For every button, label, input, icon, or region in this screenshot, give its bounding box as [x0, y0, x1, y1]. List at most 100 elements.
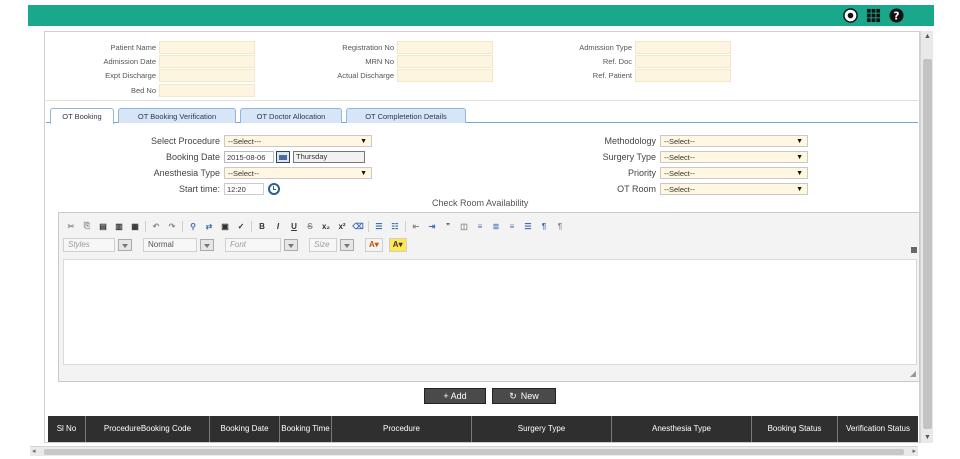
bulleted-list-icon[interactable]: ☷: [389, 220, 401, 232]
column-surgery-type[interactable]: Surgery Type: [472, 416, 612, 442]
styles-combo-label: Styles: [68, 239, 90, 249]
grid-icon[interactable]: [866, 8, 881, 23]
column-booking-time[interactable]: Booking Time: [280, 416, 332, 442]
select-all-icon[interactable]: ▣: [219, 220, 231, 232]
methodology-row: Methodology --Select-- ▼: [540, 134, 808, 147]
scroll-up-icon[interactable]: ▲: [924, 33, 931, 40]
find-icon[interactable]: ⚲: [187, 220, 199, 232]
scroll-down-icon[interactable]: ▼: [924, 434, 931, 441]
align-right-icon[interactable]: ≡: [506, 220, 518, 232]
tab-ot-booking[interactable]: OT Booking: [50, 108, 114, 124]
vertical-scroll-thumb[interactable]: [923, 59, 932, 429]
calendar-icon[interactable]: [276, 150, 290, 163]
admission-date-value: [159, 54, 255, 68]
horizontal-scroll-thumb[interactable]: [44, 449, 904, 455]
priority-row: Priority --Select-- ▼: [540, 166, 808, 179]
surgery-type-row: Surgery Type --Select-- ▼: [540, 150, 808, 163]
div-container-icon[interactable]: ◫: [458, 220, 470, 232]
paste-icon[interactable]: ▤: [97, 220, 109, 232]
strikethrough-icon[interactable]: S: [304, 220, 316, 232]
vertical-scrollbar[interactable]: ▲ ▼: [920, 31, 933, 443]
background-color-button[interactable]: A▾: [388, 237, 407, 252]
column-anesthesia-type[interactable]: Anesthesia Type: [612, 416, 752, 442]
chevron-down-icon: ▼: [796, 169, 803, 177]
select-procedure-dropdown[interactable]: --Select--- ▼: [224, 134, 372, 147]
align-left-icon[interactable]: ≡: [474, 220, 486, 232]
paste-word-icon[interactable]: ▦: [129, 220, 141, 232]
remove-format-icon[interactable]: ⌫: [352, 220, 364, 232]
help-icon[interactable]: ?: [889, 8, 904, 23]
align-center-icon[interactable]: ≣: [490, 220, 502, 232]
text-direction-ltr-icon[interactable]: ¶: [538, 220, 550, 232]
copy-icon[interactable]: ⎘: [81, 220, 93, 232]
tab-ot-booking-verification[interactable]: OT Booking Verification: [118, 108, 236, 123]
numbered-list-icon[interactable]: ☰: [373, 220, 385, 232]
priority-value: --Select--: [664, 168, 695, 178]
start-time-input[interactable]: 12:20: [224, 182, 264, 195]
new-button[interactable]: ↻ New: [492, 388, 556, 404]
chevron-down-icon: ▼: [360, 169, 367, 177]
undo-icon[interactable]: ↶: [150, 220, 162, 232]
add-button[interactable]: + Add: [424, 388, 486, 404]
bed-no-label: Bed No: [130, 85, 156, 95]
top-bar: ?: [28, 5, 934, 26]
text-direction-rtl-icon[interactable]: ¶: [554, 220, 566, 232]
size-combo[interactable]: Size: [309, 237, 354, 252]
italic-icon[interactable]: I: [272, 220, 284, 232]
resize-handle-icon[interactable]: ◢: [910, 369, 916, 378]
surgery-type-dropdown[interactable]: --Select-- ▼: [660, 150, 808, 163]
column-verification-status[interactable]: Verification Status: [838, 416, 918, 442]
column-booking-status[interactable]: Booking Status: [752, 416, 838, 442]
start-time-row: Start time: 12:20: [96, 182, 280, 195]
tab-ot-doctor-allocation[interactable]: OT Doctor Allocation: [240, 108, 342, 123]
ref-patient-value: [635, 68, 731, 82]
collapse-toolbar-icon[interactable]: [911, 247, 917, 253]
underline-icon[interactable]: U: [288, 220, 300, 232]
redo-icon[interactable]: ↷: [166, 220, 178, 232]
mrn-no-value: [397, 54, 493, 68]
font-combo[interactable]: Font: [225, 237, 298, 252]
spellcheck-icon[interactable]: ✓: [235, 220, 247, 232]
expt-discharge-value: [159, 68, 255, 82]
text-color-button[interactable]: A▾: [365, 237, 383, 252]
bold-icon[interactable]: B: [256, 220, 268, 232]
blockquote-icon[interactable]: ”: [442, 220, 454, 232]
superscript-icon[interactable]: x²: [336, 220, 348, 232]
check-room-availability-link[interactable]: Check Room Availability: [432, 198, 528, 208]
column-booking-date[interactable]: Booking Date: [210, 416, 280, 442]
eye-icon[interactable]: [843, 8, 858, 23]
rich-text-editor: ✂ ⎘ ▤ ▥ ▦ ↶ ↷ ⚲ ⇄ ▣ ✓ B I U S x₂ x² ⌫ ☰ …: [58, 212, 920, 382]
methodology-dropdown[interactable]: --Select-- ▼: [660, 134, 808, 147]
indent-icon[interactable]: ⇥: [426, 220, 438, 232]
anesthesia-type-label: Anesthesia Type: [153, 167, 220, 178]
outdent-icon[interactable]: ⇤: [410, 220, 422, 232]
ot-room-dropdown[interactable]: --Select-- ▼: [660, 182, 808, 195]
priority-dropdown[interactable]: --Select-- ▼: [660, 166, 808, 179]
replace-icon[interactable]: ⇄: [203, 220, 215, 232]
anesthesia-type-dropdown[interactable]: --Select-- ▼: [224, 166, 372, 179]
scroll-left-icon[interactable]: ◂: [32, 447, 36, 455]
patient-info-panel: Patient Name Admission Date Expt Dischar…: [46, 35, 918, 101]
scroll-right-icon[interactable]: ▸: [912, 447, 916, 455]
styles-combo[interactable]: Styles: [63, 237, 132, 252]
tab-ot-completion-details[interactable]: OT Completetion Details: [346, 108, 466, 123]
size-combo-label: Size: [314, 239, 330, 249]
toolbar-divider: [368, 220, 369, 232]
chevron-down-icon: ▼: [796, 153, 803, 161]
horizontal-scrollbar[interactable]: ◂ ▸: [30, 446, 918, 456]
svg-text:?: ?: [894, 10, 900, 22]
justify-icon[interactable]: ☰: [522, 220, 534, 232]
column-procedure-booking-code[interactable]: ProcedureBooking Code: [86, 416, 210, 442]
toolbar-divider: [405, 220, 406, 232]
format-combo[interactable]: Normal: [143, 237, 214, 252]
subscript-icon[interactable]: x₂: [320, 220, 332, 232]
booking-date-input[interactable]: 2015-08-06: [224, 150, 274, 163]
column-sl-no[interactable]: Sl No: [48, 416, 86, 442]
clock-icon[interactable]: [268, 182, 280, 195]
column-procedure[interactable]: Procedure: [332, 416, 472, 442]
cut-icon[interactable]: ✂: [65, 220, 77, 232]
format-combo-label: Normal: [148, 239, 174, 249]
paste-text-icon[interactable]: ▥: [113, 220, 125, 232]
editor-content-area[interactable]: [63, 259, 917, 365]
ref-patient-label: Ref. Patient: [592, 70, 632, 80]
